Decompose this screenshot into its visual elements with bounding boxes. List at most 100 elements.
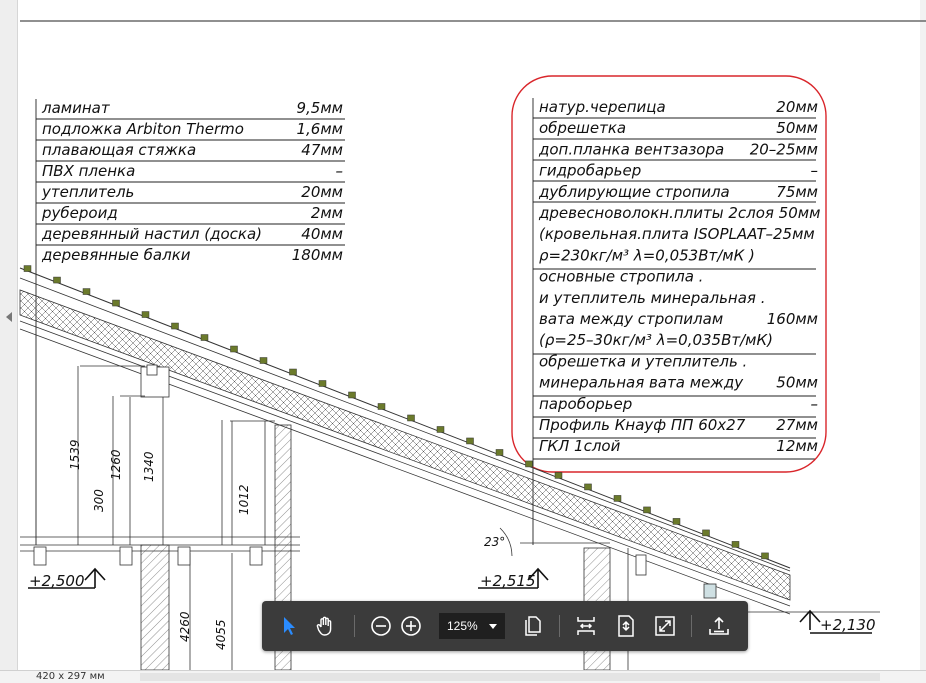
drawing-canvas: ламинат 9,5мм подложка Arbiton Thermo 1,6мм… (19, 20, 926, 670)
chevron-down-icon (489, 624, 497, 629)
roof-layer-text: дублирующие стропила (538, 183, 730, 201)
floor-layer-value: 9,5мм (297, 99, 344, 117)
fit-width-button[interactable] (571, 611, 601, 641)
roof-tile (23, 265, 32, 272)
floor-layer-value: 180мм (292, 246, 343, 264)
floor-layer-name: деревянные балки (41, 246, 191, 264)
angle-label: 23° (484, 535, 505, 549)
roof-tile (377, 403, 386, 410)
page-size-label: 420 x 297 мм (36, 671, 105, 682)
roof-layer-value: 50мм (776, 119, 818, 137)
level-2515: +2,515 (480, 572, 536, 590)
roof-layer-text: доп.планка вентзазора (538, 140, 724, 158)
dim-4260: 4260 (178, 611, 192, 642)
roof-layer-text: обрешетка и утеплитель . (539, 352, 747, 370)
floor-layer-value: 40мм (301, 225, 343, 243)
toolbar-separator (559, 615, 560, 637)
roof-tile (436, 426, 445, 433)
floor-layer-value: 47мм (301, 141, 343, 159)
roof-tile (643, 506, 651, 514)
roof-layer-text: основные стропила . (539, 268, 703, 286)
roof-layer-text: древесноволокн.плиты 2слоя 50мм (538, 204, 820, 222)
roof-layer-text: гидробарьер (539, 162, 641, 180)
floor-layer-name: рубероид (41, 204, 118, 222)
roof-layer-value: – (811, 162, 819, 180)
status-bar: 420 x 297 мм (0, 670, 926, 683)
roof-tile (466, 437, 474, 445)
roof-tile (141, 311, 150, 318)
page-icon (525, 616, 541, 636)
roof-layer-value: 20мм (776, 98, 818, 116)
level-2500: +2,500 (29, 572, 85, 590)
page-view-button[interactable] (518, 611, 548, 641)
dim-4055: 4055 (214, 619, 228, 650)
roof-layer-value: 12мм (776, 437, 818, 455)
fit-page-button[interactable] (611, 611, 641, 641)
fit-width-icon (577, 617, 595, 635)
roof-layer-value: 20–25мм (750, 140, 818, 158)
floor-layer-name: ПВХ пленка (42, 162, 135, 180)
roof-layer-text: ГКЛ 1слой (539, 437, 621, 455)
toolbar-separator (691, 615, 692, 637)
floor-layer-name: подложка Arbiton Thermo (42, 120, 244, 138)
roof-layer-value: 75мм (776, 183, 818, 201)
dim-1012: 1012 (237, 484, 251, 515)
floor-layer-value: 20мм (301, 183, 343, 201)
roof-tile (348, 391, 356, 399)
full-screen-button[interactable] (650, 611, 680, 641)
roof-layer-text: (ρ=25–30кг/м³ λ=0,035Вт/мК) (539, 331, 773, 349)
zoom-in-icon (401, 616, 421, 636)
roof-layer-text: и утеплитель минеральная . (539, 289, 765, 307)
roof-tile (702, 529, 710, 537)
roof-tile (230, 345, 238, 353)
floating-toolbar: 125% (262, 601, 748, 651)
share-icon (709, 616, 729, 635)
roof-layer-text: вата между стропилам (539, 310, 723, 328)
floor-layer-name: ламинат (41, 99, 111, 117)
zoom-out-button[interactable] (366, 611, 396, 641)
full-screen-icon (655, 616, 675, 636)
roof-tile (171, 322, 179, 330)
roof-tile (672, 518, 681, 525)
dim-300: 300 (92, 489, 106, 512)
roof-layer-value: 160мм (767, 310, 818, 328)
floor-layer-name: деревянный настил (доска) (41, 225, 262, 243)
zoom-level-select[interactable]: 125% (439, 613, 505, 639)
level-2130: +2,130 (820, 616, 876, 634)
roof-tile (554, 472, 563, 479)
dim-1539: 1539 (68, 439, 82, 470)
roof-layer-value: – (811, 395, 819, 413)
roof-layer-value: 50мм (776, 374, 818, 392)
roof-tile (761, 552, 769, 560)
select-tool-button[interactable] (274, 611, 304, 641)
zoom-level-value: 125% (447, 619, 478, 633)
hand-tool-button[interactable] (311, 611, 341, 641)
roof-layer-text: ρ=230кг/м³ λ=0,053Вт/мК ) (539, 246, 755, 264)
roof-tile (82, 288, 91, 295)
roof-tile (259, 357, 268, 364)
roof-layer-text: Профиль Кнауф ПП 60х27 (539, 416, 746, 434)
floor-layer-value: – (336, 162, 344, 180)
roof-layer-text: натур.черепица (539, 98, 666, 116)
roof-tile (112, 299, 120, 307)
roof-tile (53, 276, 61, 284)
roof-layer-text: обрешетка (539, 119, 626, 137)
roof-layer-value: 27мм (776, 416, 818, 434)
roof-tile (584, 483, 592, 491)
roof-layer-text: минеральная вата между (539, 374, 744, 392)
zoom-in-button[interactable] (396, 611, 426, 641)
toolbar-separator (354, 615, 355, 637)
floor-layer-value: 1,6мм (297, 120, 344, 138)
floor-layer-value: 2мм (311, 204, 343, 222)
roof-tile (407, 414, 415, 422)
roof-tile (731, 541, 740, 548)
zoom-out-icon (371, 616, 391, 636)
roof-tile (495, 449, 504, 456)
horizontal-scrollbar[interactable] (140, 673, 880, 681)
hand-icon (316, 616, 332, 636)
roof-tile (200, 334, 209, 341)
share-button[interactable] (704, 611, 734, 641)
roof-tile (289, 368, 297, 376)
dim-1260: 1260 (109, 449, 123, 480)
roof-layer-text: пароборьер (539, 395, 632, 413)
